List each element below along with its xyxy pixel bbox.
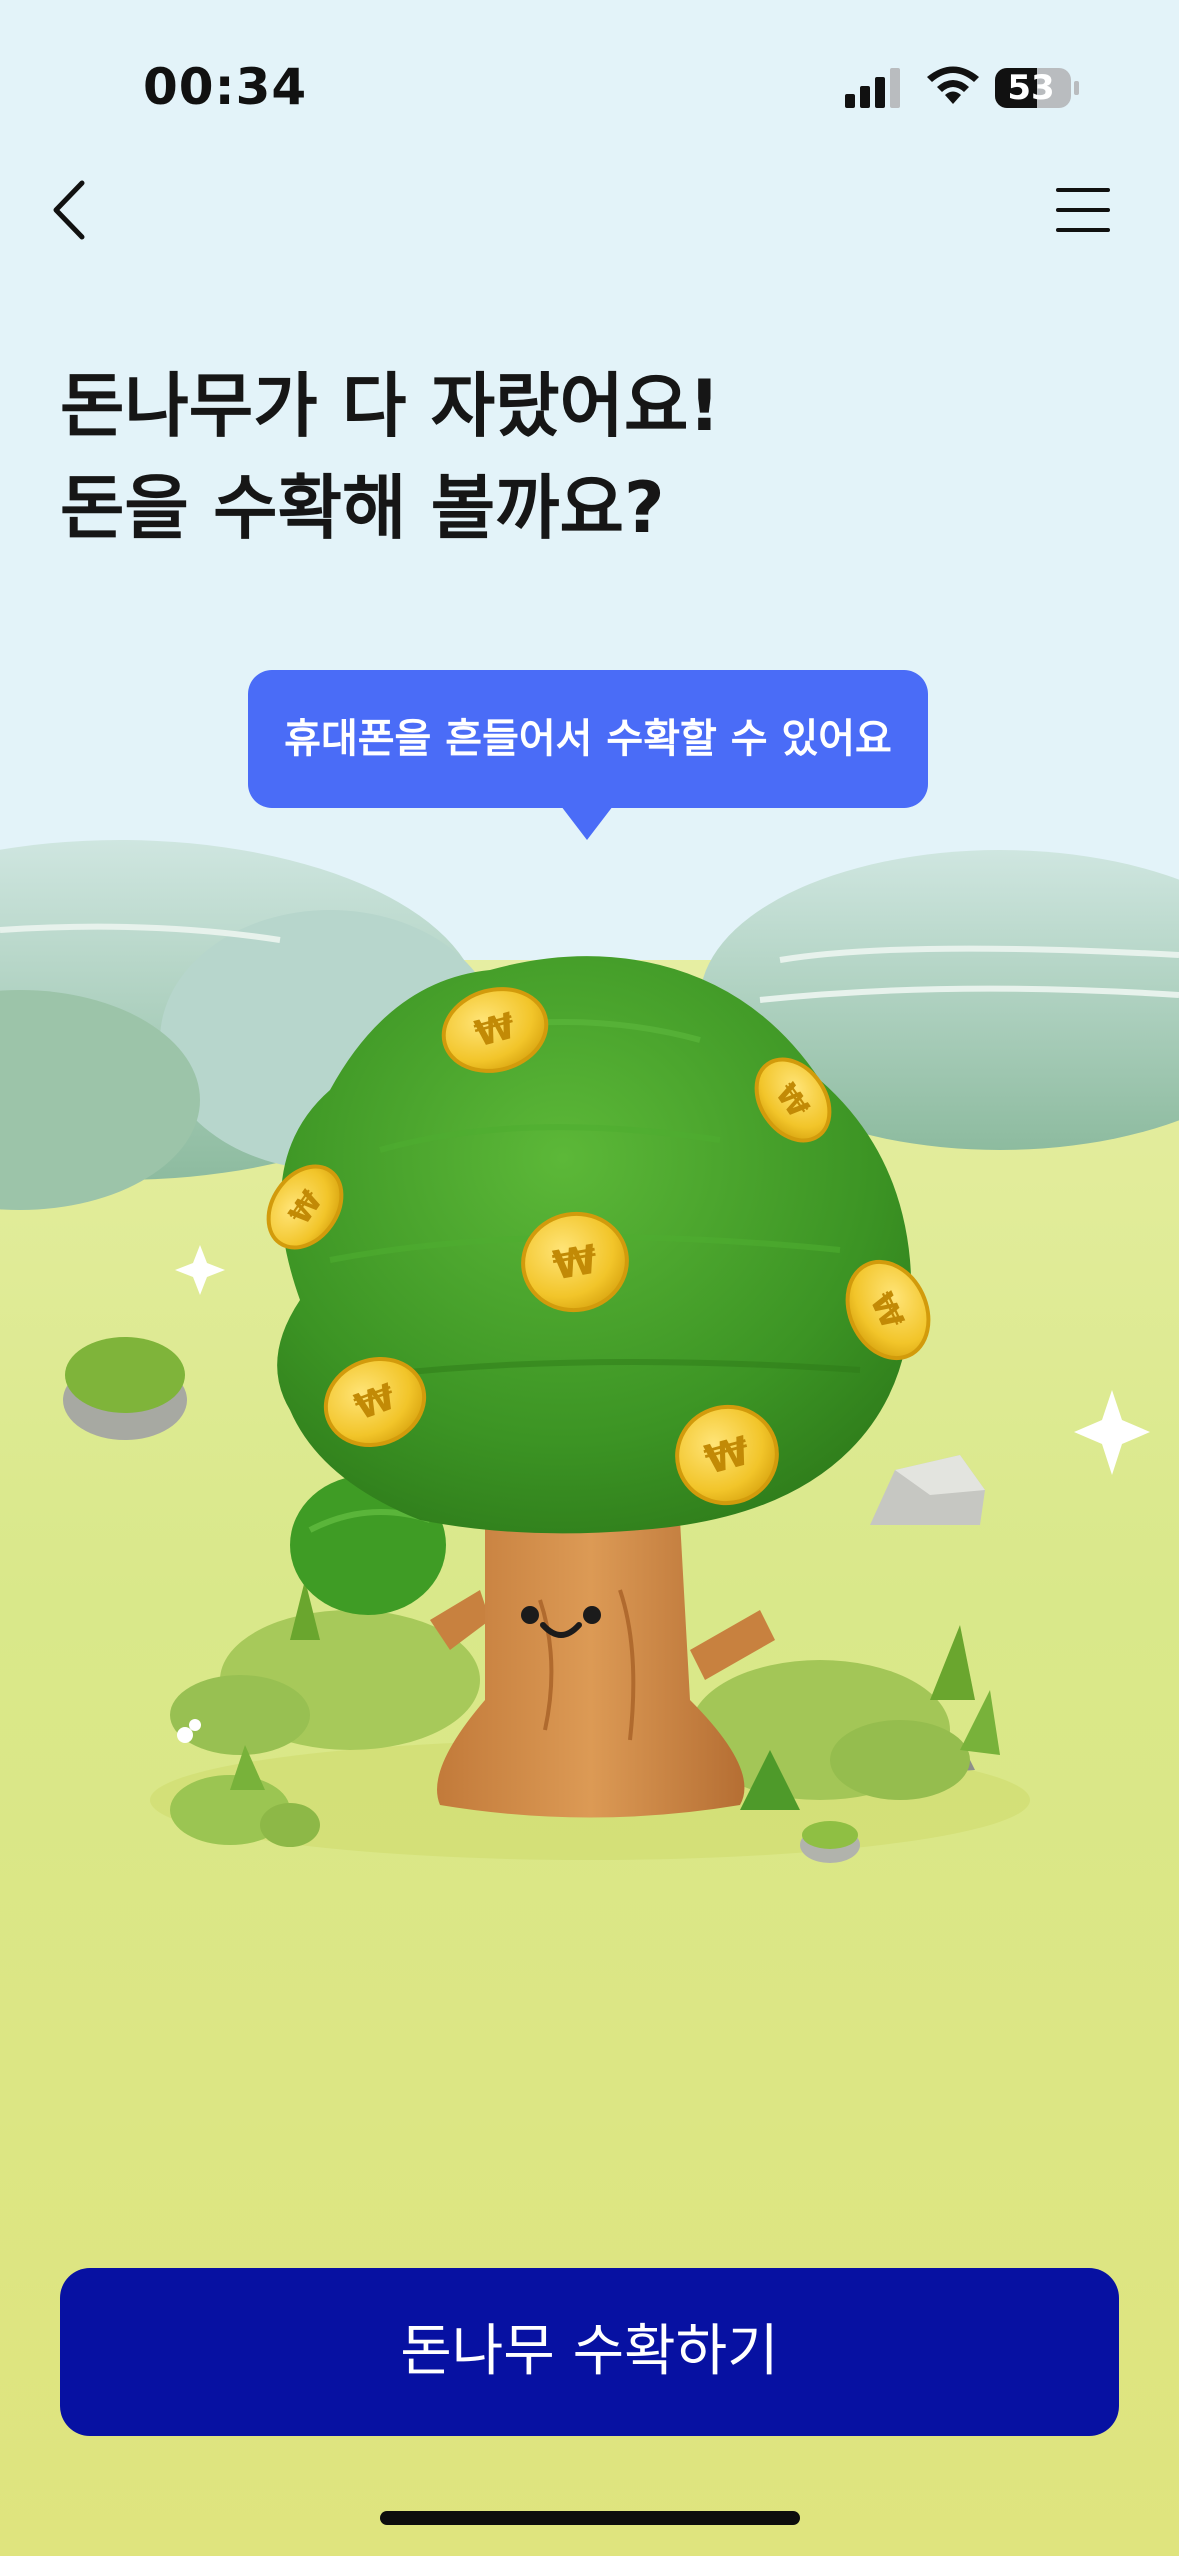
- wifi-icon: [927, 66, 979, 104]
- svg-text:₩: ₩: [549, 1237, 600, 1290]
- harvest-button[interactable]: 돈나무 수확하기: [60, 2268, 1119, 2436]
- shake-hint-tooltip: 휴대폰을 흔들어서 수확할 수 있어요: [248, 670, 928, 808]
- status-time: 00:34: [143, 58, 308, 116]
- status-bar: 00:34 53: [0, 0, 1179, 150]
- mossy-rock: [63, 1337, 187, 1440]
- signal-icon: [845, 68, 900, 108]
- home-indicator[interactable]: [380, 2511, 800, 2525]
- chevron-left-icon[interactable]: [40, 165, 100, 255]
- title-line-2: 돈을 수확해 볼까요?: [60, 467, 665, 549]
- tooltip-text: 휴대폰을 흔들어서 수확할 수 있어요: [284, 716, 892, 762]
- battery-level: 53: [1007, 68, 1055, 108]
- tooltip-arrow: [561, 806, 613, 840]
- hamburger-menu-icon[interactable]: [1050, 180, 1116, 240]
- page-title: 돈나무가 다 자랐어요! 돈을 수확해 볼까요?: [60, 355, 1140, 559]
- title-line-1: 돈나무가 다 자랐어요!: [60, 365, 721, 447]
